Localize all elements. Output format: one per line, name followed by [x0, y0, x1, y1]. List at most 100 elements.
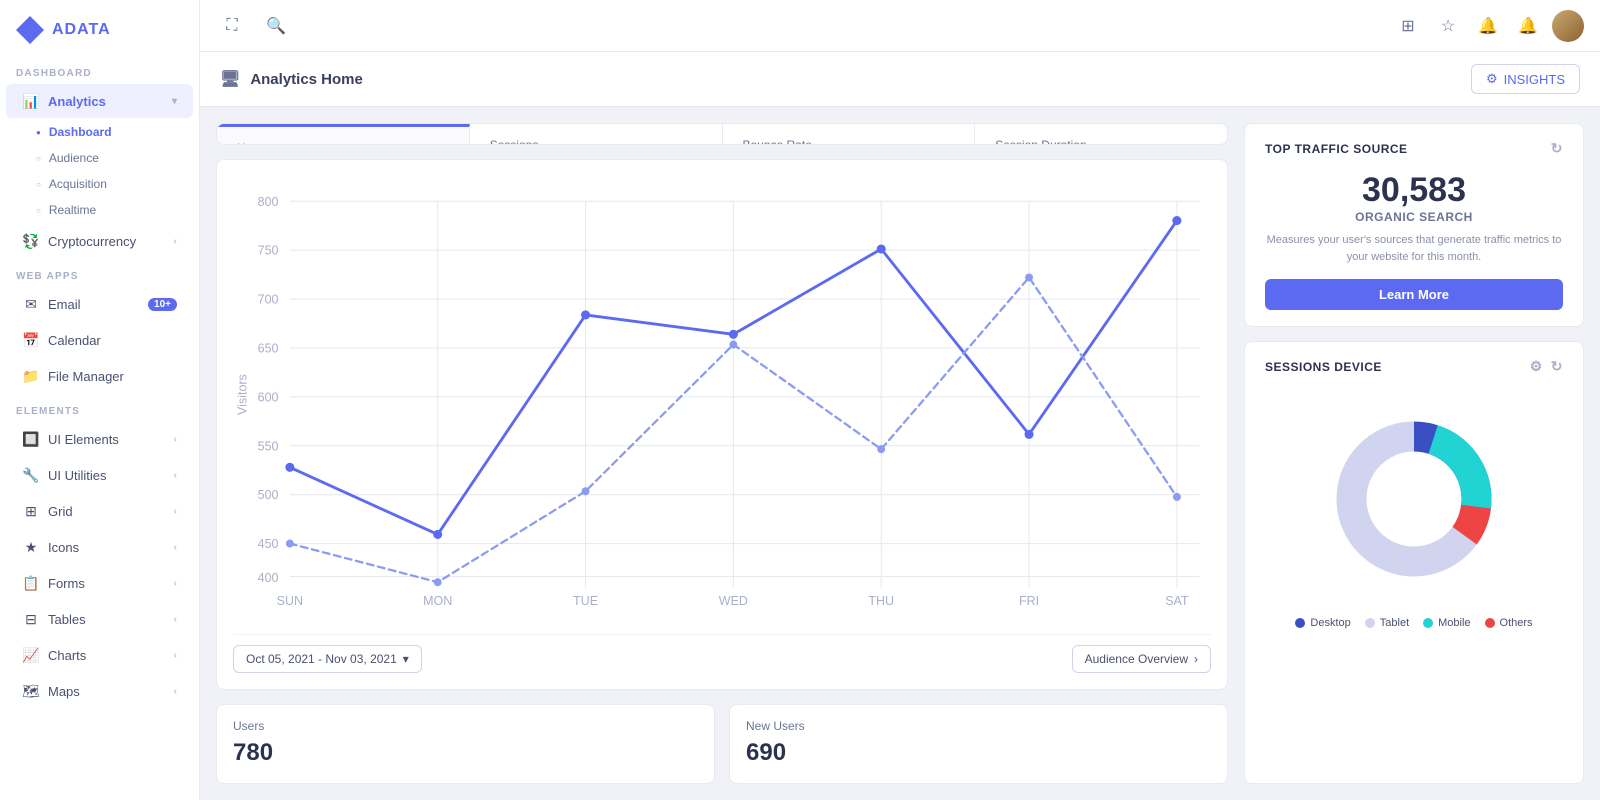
maps-label: Maps: [48, 684, 80, 699]
sidebar-item-icons[interactable]: ★ Icons ‹: [6, 530, 193, 564]
sidebar-item-forms[interactable]: 📋 Forms ‹: [6, 566, 193, 600]
sidebar-item-maps[interactable]: 🗺 Maps ‹: [6, 674, 193, 708]
analytics-icon: 📊: [22, 92, 40, 110]
device-refresh-icon[interactable]: ↻: [1551, 358, 1563, 375]
metric-bounce-label: Bounce Rate: [743, 138, 955, 145]
traffic-card: TOP TRAFFIC SOURCE ↻ 30,583 ORGANIC SEAR…: [1244, 123, 1584, 327]
bottom-users-label: Users: [233, 719, 698, 733]
metric-sessions-label: Sessions: [490, 138, 702, 145]
donut-chart: [1314, 399, 1514, 599]
tablet-label: Tablet: [1380, 617, 1409, 629]
grid-label: Grid: [48, 504, 73, 519]
metric-duration-label: Session Duration: [995, 138, 1207, 145]
sidebar-item-analytics[interactable]: 📊 Analytics ▾: [6, 84, 193, 118]
bell-icon[interactable]: 🔔: [1472, 10, 1504, 42]
metric-users[interactable]: Users 25.5k ▲ 05.66%: [217, 124, 470, 145]
svg-text:MON: MON: [423, 593, 452, 607]
svg-text:THU: THU: [868, 593, 894, 607]
svg-text:TUE: TUE: [573, 593, 598, 607]
icons-icon: ★: [22, 538, 40, 556]
bottom-card-new-users: New Users 690: [729, 704, 1228, 784]
sidebar-item-tables[interactable]: ⊟ Tables ‹: [6, 602, 193, 636]
file-manager-label: File Manager: [48, 369, 124, 384]
sidebar: ADATA DASHBOARD 📊 Analytics ▾ Dashboard …: [0, 0, 200, 800]
traffic-title-label: TOP TRAFFIC SOURCE: [1265, 142, 1408, 156]
bottom-users-value: 780: [233, 739, 698, 767]
learn-more-button[interactable]: Learn More: [1265, 279, 1563, 310]
metric-bounce[interactable]: Bounce Rate 67.89% ▲ 03.66%: [723, 124, 976, 145]
metric-duration[interactable]: Session Duration 5m:53s ▼ 05.14%: [975, 124, 1227, 145]
analytics-chevron: ▾: [172, 96, 177, 107]
sidebar-sub-item-audience[interactable]: Audience: [0, 145, 199, 171]
sidebar-item-calendar[interactable]: 📅 Calendar: [6, 323, 193, 357]
sidebar-sub-item-realtime[interactable]: Realtime: [0, 197, 199, 223]
left-panel: Users 25.5k ▲ 05.66% Sessions 55.6k ▼ 02…: [216, 123, 1228, 784]
svg-text:400: 400: [258, 571, 279, 585]
sidebar-item-file-manager[interactable]: 📁 File Manager: [6, 359, 193, 393]
right-panel: TOP TRAFFIC SOURCE ↻ 30,583 ORGANIC SEAR…: [1244, 123, 1584, 784]
legend-mobile: Mobile: [1423, 617, 1470, 629]
donut-chart-container: [1265, 389, 1563, 609]
traffic-card-title: TOP TRAFFIC SOURCE ↻: [1265, 140, 1563, 157]
date-range-chevron: ▾: [403, 652, 409, 666]
tables-chevron: ‹: [174, 614, 177, 625]
ui-elements-icon: 🔲: [22, 430, 40, 448]
date-range-button[interactable]: Oct 05, 2021 - Nov 03, 2021 ▾: [233, 645, 422, 673]
email-icon: ✉: [22, 295, 40, 313]
grid-apps-icon[interactable]: ⊞: [1392, 10, 1424, 42]
analytics-label: Analytics: [48, 94, 106, 109]
device-card-title: SESSIONS DEVICE ⚙ ↻: [1265, 358, 1563, 375]
sidebar-sub-item-dashboard[interactable]: Dashboard: [0, 119, 199, 145]
svg-text:750: 750: [258, 243, 279, 257]
content-body: Users 25.5k ▲ 05.66% Sessions 55.6k ▼ 02…: [200, 107, 1600, 800]
sidebar-sub-item-acquisition[interactable]: Acquisition: [0, 171, 199, 197]
metric-users-label: Users: [237, 141, 449, 145]
others-label: Others: [1500, 617, 1533, 629]
device-title-label: SESSIONS DEVICE: [1265, 360, 1382, 374]
insights-button[interactable]: ⚙ INSIGHTS: [1471, 64, 1580, 94]
traffic-description: Measures your user's sources that genera…: [1265, 232, 1563, 265]
legend-desktop: Desktop: [1295, 617, 1350, 629]
audience-overview-button[interactable]: Audience Overview ›: [1072, 645, 1211, 673]
sidebar-item-ui-elements[interactable]: 🔲 UI Elements ‹: [6, 422, 193, 456]
section-label-webapps: WEB APPS: [0, 259, 199, 286]
bottom-row: Users 780 New Users 690: [216, 704, 1228, 784]
bottom-new-users-label: New Users: [746, 719, 1211, 733]
charts-icon: 📈: [22, 646, 40, 664]
user-avatar[interactable]: [1552, 10, 1584, 42]
insights-icon: ⚙: [1486, 71, 1498, 87]
svg-text:500: 500: [258, 488, 279, 502]
sidebar-item-email[interactable]: ✉ Email 10+: [6, 287, 193, 321]
sidebar-item-grid[interactable]: ⊞ Grid ‹: [6, 494, 193, 528]
sidebar-item-cryptocurrency[interactable]: 💱 Cryptocurrency ‹: [6, 224, 193, 258]
date-range-label: Oct 05, 2021 - Nov 03, 2021: [246, 652, 397, 666]
metric-sessions[interactable]: Sessions 55.6k ▼ 02.16%: [470, 124, 723, 145]
ui-utilities-icon: 🔧: [22, 466, 40, 484]
traffic-refresh-icon[interactable]: ↻: [1551, 140, 1563, 157]
device-legend: Desktop Tablet Mobile Others: [1265, 617, 1563, 629]
file-manager-icon: 📁: [22, 367, 40, 385]
svg-text:450: 450: [258, 537, 279, 551]
forms-label: Forms: [48, 576, 85, 591]
star-icon[interactable]: ☆: [1432, 10, 1464, 42]
email-label: Email: [48, 297, 81, 312]
tables-label: Tables: [48, 612, 86, 627]
ui-utilities-label: UI Utilities: [48, 468, 107, 483]
page-header-icon: 🖥: [220, 69, 240, 89]
forms-icon: 📋: [22, 574, 40, 592]
chart-area: 800 750 700 650 600 550 500 450 400 Visi…: [233, 176, 1211, 625]
svg-text:600: 600: [258, 390, 279, 404]
sidebar-item-ui-utilities[interactable]: 🔧 UI Utilities ‹: [6, 458, 193, 492]
sidebar-item-charts[interactable]: 📈 Charts ‹: [6, 638, 193, 672]
others-dot: [1485, 618, 1495, 628]
desktop-label: Desktop: [1310, 617, 1350, 629]
expand-icon[interactable]: ⛶: [216, 10, 248, 42]
brand-logo[interactable]: ADATA: [0, 0, 199, 56]
grid-icon: ⊞: [22, 502, 40, 520]
search-icon[interactable]: 🔍: [260, 10, 292, 42]
device-gear-icon[interactable]: ⚙: [1530, 358, 1543, 375]
notification-icon[interactable]: 🔔: [1512, 10, 1544, 42]
svg-text:SAT: SAT: [1165, 593, 1189, 607]
legend-tablet: Tablet: [1365, 617, 1409, 629]
chart-card: 800 750 700 650 600 550 500 450 400 Visi…: [216, 159, 1228, 691]
